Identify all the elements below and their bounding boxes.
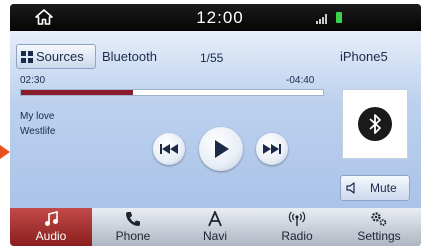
nav-label: Navi (202, 229, 227, 243)
mute-label: Mute (370, 181, 397, 195)
skip-back-icon (160, 144, 178, 154)
source-name: Bluetooth (102, 49, 157, 64)
skip-forward-icon (263, 144, 281, 154)
battery-icon (336, 12, 342, 23)
navigation-icon (205, 211, 225, 227)
nav-phone[interactable]: Phone (92, 208, 174, 246)
home-icon[interactable] (34, 8, 54, 26)
signal-icon (316, 14, 327, 24)
nav-navi[interactable]: Navi (174, 208, 256, 246)
bluetooth-icon (358, 107, 392, 141)
nav-label: Radio (281, 229, 313, 243)
music-note-icon (41, 211, 61, 227)
infotainment-screen: 12:00 Sources Bluetooth 1/55 iPhone5 02:… (10, 4, 421, 246)
nav-radio[interactable]: Radio (256, 208, 338, 246)
bottom-nav: Audio Phone Navi Radio Settings (10, 208, 421, 246)
previous-track-button[interactable] (153, 133, 185, 165)
speaker-icon (346, 182, 355, 194)
progress-fill (21, 90, 133, 95)
play-button[interactable] (199, 127, 243, 171)
phone-icon (123, 211, 143, 227)
play-icon (215, 140, 229, 158)
nav-label: Settings (357, 229, 401, 243)
status-bar: 12:00 (10, 4, 421, 31)
grid-icon (21, 50, 33, 63)
nav-label: Phone (115, 229, 151, 243)
settings-icon (369, 211, 389, 227)
nav-settings[interactable]: Settings (338, 208, 420, 246)
time-elapsed: 02:30 (20, 75, 46, 86)
artist-name: Westlife (20, 126, 56, 137)
song-title: My love (20, 111, 55, 122)
clock: 12:00 (196, 8, 244, 27)
mute-button[interactable]: Mute (340, 175, 410, 201)
track-count: 1/55 (200, 51, 224, 65)
progress-bar[interactable] (20, 89, 324, 96)
device-name: iPhone5 (340, 49, 388, 64)
radio-icon (287, 211, 307, 227)
time-remaining: -04:40 (286, 75, 315, 86)
sources-button[interactable]: Sources (16, 44, 96, 69)
device-art-panel (342, 89, 408, 159)
next-track-button[interactable] (256, 133, 288, 165)
sources-label: Sources (36, 49, 84, 64)
audio-panel: Sources Bluetooth 1/55 iPhone5 02:30 -04… (10, 31, 421, 208)
nav-label: Audio (35, 229, 67, 243)
pointer-arrow (0, 145, 10, 159)
nav-audio[interactable]: Audio (10, 208, 92, 246)
